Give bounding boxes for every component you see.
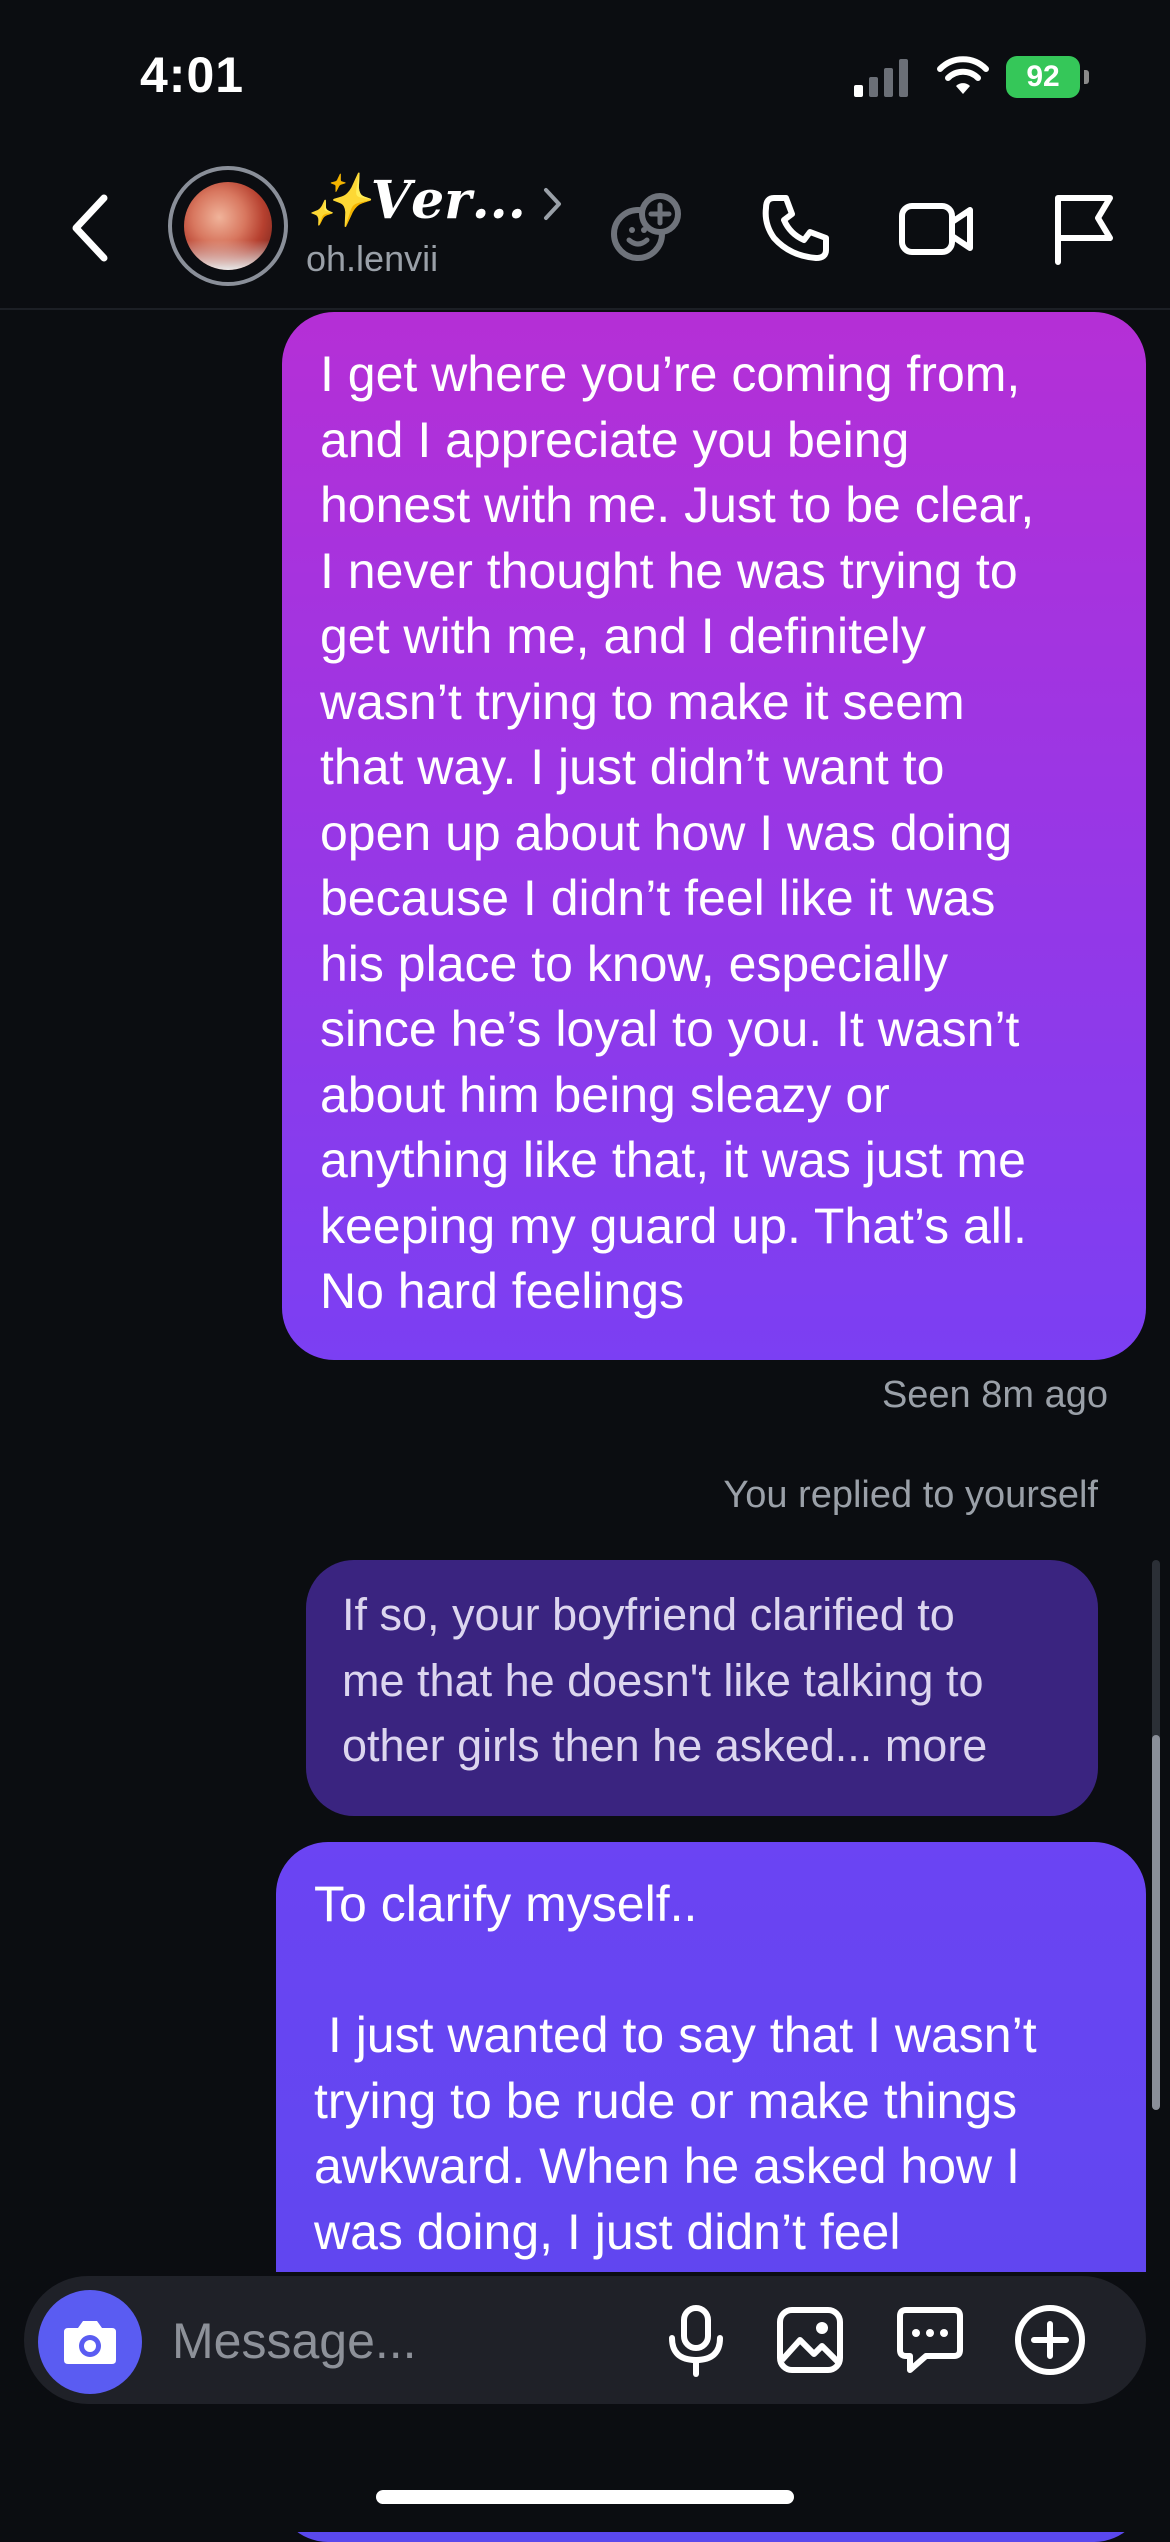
avatar-image: [184, 182, 272, 270]
status-bar: 4:01 92: [0, 0, 1170, 150]
reply-context-label: You replied to yourself: [723, 1474, 1098, 1516]
wifi-icon: [937, 56, 989, 94]
effects-icon[interactable]: [606, 188, 686, 268]
status-time: 4:01: [140, 47, 245, 103]
flag-icon[interactable]: [1044, 188, 1124, 268]
gallery-icon[interactable]: [770, 2300, 850, 2380]
message-input[interactable]: [170, 2300, 634, 2382]
scrollbar-thumb[interactable]: [1152, 1735, 1160, 2110]
microphone-icon[interactable]: [656, 2300, 736, 2380]
battery-cap: [1084, 70, 1089, 84]
reply-preview-bubble[interactable]: If so, your boyfriend clarified to me th…: [306, 1560, 1098, 1816]
sticker-icon[interactable]: [890, 2300, 970, 2380]
battery-level: 92: [1006, 56, 1080, 98]
contact-handle[interactable]: oh.lenvii: [306, 238, 438, 280]
video-camera-icon[interactable]: [896, 188, 976, 268]
home-indicator[interactable]: [376, 2490, 794, 2504]
plus-icon[interactable]: [1010, 2300, 1090, 2380]
message-bubble-sent[interactable]: I get where you’re coming from, and I ap…: [282, 312, 1146, 1360]
contact-name[interactable]: ✨𝑽𝒆𝒓...: [306, 170, 526, 231]
camera-icon[interactable]: [38, 2290, 142, 2394]
seen-status: Seen 8m ago: [881, 1374, 1108, 1416]
avatar[interactable]: [168, 166, 288, 286]
chat-header: ✨𝑽𝒆𝒓... oh.lenvii: [0, 150, 1170, 310]
signal-icon: [854, 59, 908, 97]
back-icon[interactable]: [60, 188, 120, 268]
phone-icon[interactable]: [756, 188, 836, 268]
chevron-right-icon[interactable]: [542, 184, 564, 224]
battery-icon: 92: [1006, 56, 1090, 98]
